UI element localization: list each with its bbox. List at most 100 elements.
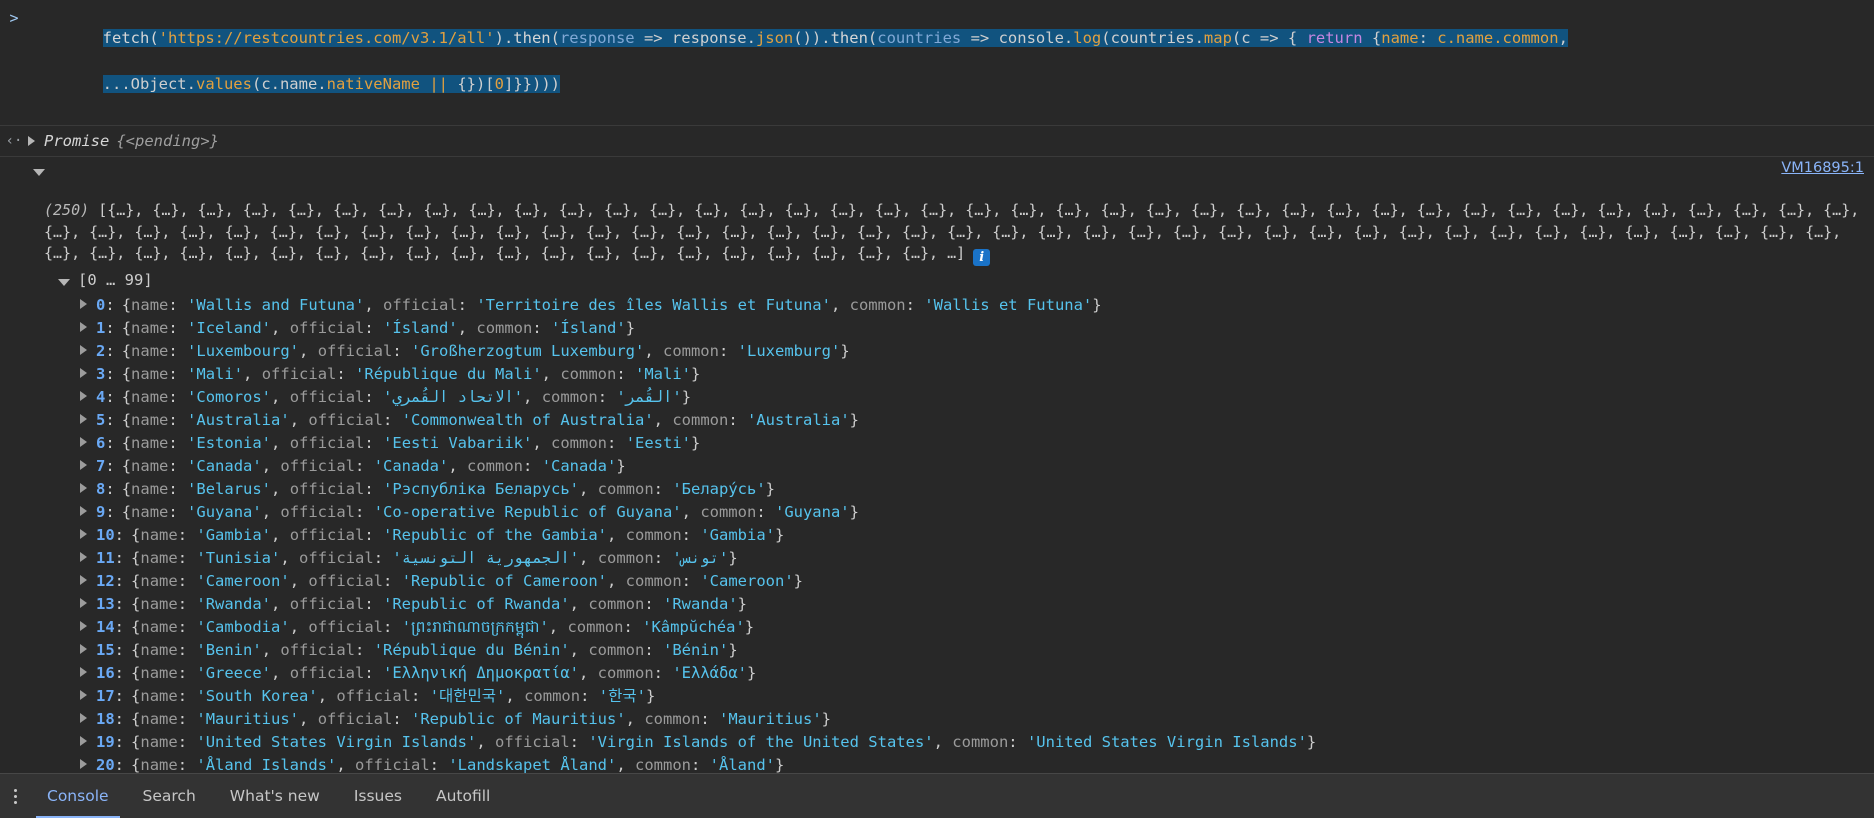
separator: : <box>718 341 738 360</box>
entry-expand-triangle-icon[interactable] <box>80 390 87 401</box>
object-entry-row[interactable]: 3: {name: 'Mali', official: 'République d… <box>0 362 1874 385</box>
object-entry-row[interactable]: 10: {name: 'Gambia', official: 'Republic … <box>0 523 1874 546</box>
object-entry-row[interactable]: 17: {name: 'South Korea', official: '대한민국… <box>0 684 1874 707</box>
object-entry-row[interactable]: 9: {name: 'Guyana', official: 'Co-operati… <box>0 500 1874 523</box>
object-entry-row[interactable]: 12: {name: 'Cameroon', official: 'Republi… <box>0 569 1874 592</box>
key-official: official <box>261 364 337 383</box>
entry-expand-triangle-icon[interactable] <box>80 505 87 516</box>
promise-preview[interactable]: Promise {<pending>} <box>28 132 219 150</box>
more-options-vertical-dots-icon[interactable] <box>0 774 30 818</box>
separator: , <box>271 594 290 613</box>
array-length-label: (250) <box>44 201 90 219</box>
separator: : <box>177 686 197 705</box>
entry-expand-triangle-icon[interactable] <box>80 413 87 424</box>
promise-expand-triangle-icon[interactable] <box>28 136 35 146</box>
entry-expand-triangle-icon[interactable] <box>80 643 87 654</box>
entry-expand-triangle-icon[interactable] <box>80 528 87 539</box>
value-official: 'République du Mali' <box>355 364 542 383</box>
entry-expand-triangle-icon[interactable] <box>80 574 87 585</box>
key-name: name <box>131 364 169 383</box>
array-item-preview: {…}, <box>1669 222 1715 241</box>
array-item-preview: {…}, <box>874 201 921 219</box>
array-item-preview: {…}, <box>721 244 767 262</box>
console-message-list[interactable]: > fetch('https://restcountries.com/v3.1/… <box>0 0 1874 773</box>
info-icon[interactable]: i <box>973 249 991 266</box>
command-line-1: fetch('https://restcountries.com/v3.1/al… <box>102 29 1568 47</box>
entry-expand-triangle-icon[interactable] <box>80 758 87 769</box>
array-item-preview: {…}, <box>44 222 90 241</box>
object-entry-row[interactable]: 4: {name: 'Comoros', official: 'الاتحاد ا… <box>0 385 1874 408</box>
entry-expand-triangle-icon[interactable] <box>80 482 87 493</box>
drawer-tab-label: What's new <box>229 787 320 805</box>
entry-expand-triangle-icon[interactable] <box>80 597 87 608</box>
code-token: (countries. <box>1101 29 1204 47</box>
separator: : <box>168 341 188 360</box>
entry-expand-triangle-icon[interactable] <box>80 712 87 723</box>
entry-expand-triangle-icon[interactable] <box>80 321 87 332</box>
code-token: response <box>559 29 635 47</box>
object-entry-row[interactable]: 16: {name: 'Greece', official: 'Ελληνική … <box>0 661 1874 684</box>
array-collapse-triangle-icon[interactable] <box>33 169 45 176</box>
object-entry-row[interactable]: 11: {name: 'Tunisia', official: 'الجمهوري… <box>0 546 1874 569</box>
entry-expand-triangle-icon[interactable] <box>80 459 87 470</box>
entry-expand-triangle-icon[interactable] <box>80 367 87 378</box>
separator: : <box>1008 732 1027 751</box>
object-entry-row[interactable]: 8: {name: 'Belarus', official: 'Рэспублік… <box>0 477 1874 500</box>
separator: : <box>623 617 643 636</box>
entry-expand-triangle-icon[interactable] <box>80 551 87 562</box>
entry-expand-triangle-icon[interactable] <box>80 735 87 746</box>
object-entry-row[interactable]: 20: {name: 'Åland Islands', official: 'La… <box>0 753 1874 773</box>
entry-expand-triangle-icon[interactable] <box>80 689 87 700</box>
object-entry-row[interactable]: 13: {name: 'Rwanda', official: 'Republic … <box>0 592 1874 615</box>
entry-object-preview: {name: 'Benin', official: 'République du… <box>131 640 738 660</box>
drawer-tab-what-s-new[interactable]: What's new <box>213 774 337 818</box>
command-line-2: ...Object.values(c.name.nativeName || {}… <box>102 75 560 93</box>
object-entry-row[interactable]: 5: {name: 'Australia', official: 'Commonw… <box>0 408 1874 431</box>
console-command-row[interactable]: > fetch('https://restcountries.com/v3.1/… <box>0 0 1874 126</box>
console-command-text[interactable]: fetch('https://restcountries.com/v3.1/al… <box>28 4 1874 119</box>
console-result-row[interactable]: ‹· Promise {<pending>} <box>0 126 1874 157</box>
separator: : <box>336 364 356 383</box>
object-entry-row[interactable]: 14: {name: 'Cambodia', official: 'ព្រះរាជ… <box>0 615 1874 638</box>
array-preview-header[interactable]: (250) [{…}, {…}, {…}, {…}, {…}, {…}, {…}… <box>0 178 1874 266</box>
object-entry-row[interactable]: 2: {name: 'Luxembourg', official: 'Großhe… <box>0 339 1874 362</box>
separator: , <box>476 732 495 751</box>
object-entry-row[interactable]: 1: {name: 'Iceland', official: 'Ísland', … <box>0 316 1874 339</box>
key-official: official <box>289 594 365 613</box>
separator: , <box>933 732 953 751</box>
entry-expand-triangle-icon[interactable] <box>80 666 87 677</box>
source-location-link[interactable]: VM16895:1 <box>1781 160 1864 176</box>
array-item-preview: {…}, <box>739 201 785 219</box>
entry-expand-triangle-icon[interactable] <box>80 298 87 309</box>
close-brace: } <box>1092 295 1102 314</box>
array-item-preview: {…}, <box>856 244 902 262</box>
separator: : <box>457 295 477 314</box>
object-entry-row[interactable]: 18: {name: 'Mauritius', official: 'Republ… <box>0 707 1874 730</box>
array-item-preview: {…}, <box>1145 201 1191 219</box>
object-entry-row[interactable]: 0: {name: 'Wallis and Futuna', official: … <box>0 293 1874 316</box>
open-brace: { <box>121 456 132 475</box>
drawer-tab-search[interactable]: Search <box>126 774 213 818</box>
object-entry-row[interactable]: 19: {name: 'United States Virgin Islands'… <box>0 730 1874 753</box>
drawer-tab-console[interactable]: Console <box>30 774 126 818</box>
separator: , <box>271 479 290 498</box>
open-brace: { <box>121 410 132 429</box>
code-token: , <box>1558 29 1568 47</box>
object-entry-row[interactable]: 6: {name: 'Estonia', official: 'Eesti Vab… <box>0 431 1874 454</box>
object-entry-row[interactable]: 15: {name: 'Benin', official: 'République… <box>0 638 1874 661</box>
separator: : <box>177 525 197 544</box>
console-log-entry[interactable]: VM16895:1 (250) [{…}, {…}, {…}, {…}, {…}… <box>0 157 1874 773</box>
array-range-node[interactable]: [0 … 99] <box>0 266 1874 293</box>
entry-expand-triangle-icon[interactable] <box>80 620 87 631</box>
drawer-tab-issues[interactable]: Issues <box>337 774 419 818</box>
entry-expand-triangle-icon[interactable] <box>80 436 87 447</box>
entry-expand-triangle-icon[interactable] <box>80 344 87 355</box>
entry-colon: : <box>105 318 115 337</box>
entry-index: 19 <box>96 732 115 751</box>
range-collapse-triangle-icon[interactable] <box>58 279 70 286</box>
entry-object-preview: {name: 'Iceland', official: 'Ísland', co… <box>122 318 635 338</box>
object-entry-row[interactable]: 7: {name: 'Canada', official: 'Canada', c… <box>0 454 1874 477</box>
open-brace: { <box>121 295 132 314</box>
key-name: name <box>131 410 169 429</box>
drawer-tab-autofill[interactable]: Autofill <box>419 774 507 818</box>
